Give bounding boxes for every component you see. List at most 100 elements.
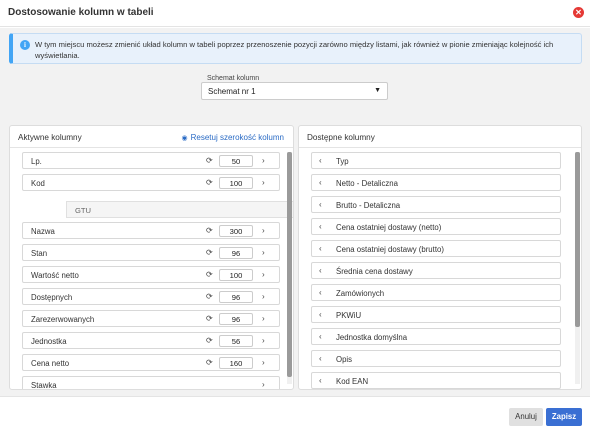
active-columns-header: Aktywne kolumny ◉ Resetuj szerokość kolum…	[10, 126, 293, 148]
available-column-label: Typ	[336, 157, 349, 166]
chevron-left-icon[interactable]: ‹	[319, 178, 322, 187]
active-column-label: Stawka	[31, 381, 57, 390]
available-column-label: Cena ostatniej dostawy (brutto)	[336, 245, 444, 254]
active-columns-title: Aktywne kolumny	[18, 133, 82, 142]
active-scrollbar[interactable]	[287, 152, 292, 384]
column-width-input[interactable]: 50	[219, 155, 253, 167]
refresh-icon[interactable]: ⟳	[206, 336, 213, 345]
chevron-left-icon[interactable]: ‹	[319, 200, 322, 209]
save-button[interactable]: Zapisz	[546, 408, 582, 426]
available-column-item[interactable]: ‹ Jednostka domyślna	[311, 328, 561, 345]
chevron-left-icon[interactable]: ‹	[319, 354, 322, 363]
chevron-right-icon[interactable]: ›	[262, 380, 265, 389]
column-width-input[interactable]: 300	[219, 225, 253, 237]
schema-label: Schemat kolumn	[207, 75, 260, 82]
chevron-right-icon[interactable]: ›	[262, 178, 265, 187]
chevron-right-icon[interactable]: ›	[262, 226, 265, 235]
chevron-left-icon[interactable]: ‹	[319, 222, 322, 231]
column-width-input[interactable]: 96	[219, 291, 253, 303]
active-column-item[interactable]: Nazwa ⟳ 300 ›	[22, 222, 280, 239]
column-width-input[interactable]: 160	[219, 357, 253, 369]
active-column-item[interactable]: Jednostka ⟳ 56 ›	[22, 332, 280, 349]
column-width-input[interactable]: 100	[219, 269, 253, 281]
available-column-label: Cena ostatniej dostawy (netto)	[336, 223, 442, 232]
available-column-label: Netto - Detaliczna	[336, 179, 398, 188]
active-column-label: Dostępnych	[31, 293, 73, 302]
available-column-label: Kod EAN	[336, 377, 369, 386]
available-column-label: Jednostka domyślna	[336, 333, 408, 342]
available-columns-panel: Dostępne kolumny ‹ Typ ‹ Netto - Detaliczna…	[298, 125, 582, 390]
chevron-right-icon[interactable]: ›	[262, 292, 265, 301]
active-column-label: Kod	[31, 179, 45, 188]
active-scroll-thumb[interactable]	[287, 152, 292, 377]
column-width-input[interactable]: 96	[219, 247, 253, 259]
eye-icon: ◉	[181, 135, 188, 142]
sub-column-item[interactable]: GTU	[66, 201, 293, 218]
active-column-item[interactable]: Dostępnych ⟳ 96 ›	[22, 288, 280, 305]
available-column-label: Brutto - Detaliczna	[336, 201, 401, 210]
column-width-input[interactable]: 56	[219, 335, 253, 347]
reset-width-link[interactable]: ◉ Resetuj szerokość kolumn	[182, 133, 284, 142]
chevron-left-icon[interactable]: ‹	[319, 266, 322, 275]
active-column-item[interactable]: Kod ⟳ 100 ›	[22, 174, 280, 191]
available-column-item[interactable]: ‹ Cena ostatniej dostawy (brutto)	[311, 240, 561, 257]
available-column-item[interactable]: ‹ Brutto - Detaliczna	[311, 196, 561, 213]
active-column-item[interactable]: Stawka ›	[22, 376, 280, 390]
schema-select[interactable]: Schemat nr 1 ▼	[201, 82, 388, 100]
active-column-item[interactable]: Cena netto ⟳ 160 ›	[22, 354, 280, 371]
info-alert: i W tym miejscu możesz zmienić układ kol…	[9, 33, 582, 64]
available-column-item[interactable]: ‹ Zamówionych	[311, 284, 561, 301]
chevron-right-icon[interactable]: ›	[262, 248, 265, 257]
active-columns-list: GTU Lp. ⟳ 50 › Kod ⟳ 100 › Nazwa ⟳ 300 › Stan ⟳ 96 › War…	[10, 152, 293, 390]
chevron-left-icon[interactable]: ‹	[319, 332, 322, 341]
chevron-left-icon[interactable]: ‹	[319, 288, 322, 297]
available-column-item[interactable]: ‹ Opis	[311, 350, 561, 367]
info-text: W tym miejscu możesz zmienić układ kolum…	[35, 40, 554, 60]
available-column-label: Średnia cena dostawy	[336, 267, 413, 276]
column-width-input[interactable]: 100	[219, 177, 253, 189]
active-column-label: Jednostka	[31, 337, 67, 346]
available-column-item[interactable]: ‹ Netto - Detaliczna	[311, 174, 561, 191]
available-column-item[interactable]: ‹ Typ	[311, 152, 561, 169]
refresh-icon[interactable]: ⟳	[206, 314, 213, 323]
chevron-left-icon[interactable]: ‹	[319, 244, 322, 253]
active-column-item[interactable]: Lp. ⟳ 50 ›	[22, 152, 280, 169]
refresh-icon[interactable]: ⟳	[206, 270, 213, 279]
refresh-icon[interactable]: ⟳	[206, 292, 213, 301]
chevron-left-icon[interactable]: ‹	[319, 156, 322, 165]
available-columns-header: Dostępne kolumny	[299, 126, 581, 148]
chevron-left-icon[interactable]: ‹	[319, 310, 322, 319]
active-column-label: Cena netto	[31, 359, 70, 368]
chevron-right-icon[interactable]: ›	[262, 270, 265, 279]
chevron-left-icon[interactable]: ‹	[319, 376, 322, 385]
available-scroll-thumb[interactable]	[575, 152, 580, 327]
active-column-label: Stan	[31, 249, 48, 258]
refresh-icon[interactable]: ⟳	[206, 226, 213, 235]
available-columns-list: ‹ Typ ‹ Netto - Detaliczna ‹ Brutto - Detalic…	[299, 152, 581, 389]
refresh-icon[interactable]: ⟳	[206, 156, 213, 165]
active-column-label: Zarezerwowanych	[31, 315, 95, 324]
dialog-footer: Anuluj Zapisz	[0, 396, 590, 435]
available-column-item[interactable]: ‹ Kod EAN	[311, 372, 561, 389]
chevron-right-icon[interactable]: ›	[262, 314, 265, 323]
schema-value: Schemat nr 1	[208, 87, 256, 96]
refresh-icon[interactable]: ⟳	[206, 178, 213, 187]
refresh-icon[interactable]: ⟳	[206, 358, 213, 367]
chevron-right-icon[interactable]: ›	[262, 336, 265, 345]
close-icon[interactable]: ✕	[573, 7, 584, 18]
active-column-item[interactable]: Stan ⟳ 96 ›	[22, 244, 280, 261]
available-column-item[interactable]: ‹ PKWiU	[311, 306, 561, 323]
active-columns-panel: Aktywne kolumny ◉ Resetuj szerokość kolum…	[9, 125, 294, 390]
available-scrollbar[interactable]	[575, 152, 580, 384]
available-column-item[interactable]: ‹ Średnia cena dostawy	[311, 262, 561, 279]
active-column-item[interactable]: Wartość netto ⟳ 100 ›	[22, 266, 280, 283]
dialog-header: Dostosowanie kolumn w tabeli ✕	[0, 0, 590, 27]
caret-down-icon: ▼	[374, 87, 381, 94]
refresh-icon[interactable]: ⟳	[206, 248, 213, 257]
chevron-right-icon[interactable]: ›	[262, 156, 265, 165]
chevron-right-icon[interactable]: ›	[262, 358, 265, 367]
available-column-item[interactable]: ‹ Cena ostatniej dostawy (netto)	[311, 218, 561, 235]
cancel-button[interactable]: Anuluj	[509, 408, 543, 426]
column-width-input[interactable]: 96	[219, 313, 253, 325]
active-column-item[interactable]: Zarezerwowanych ⟳ 96 ›	[22, 310, 280, 327]
